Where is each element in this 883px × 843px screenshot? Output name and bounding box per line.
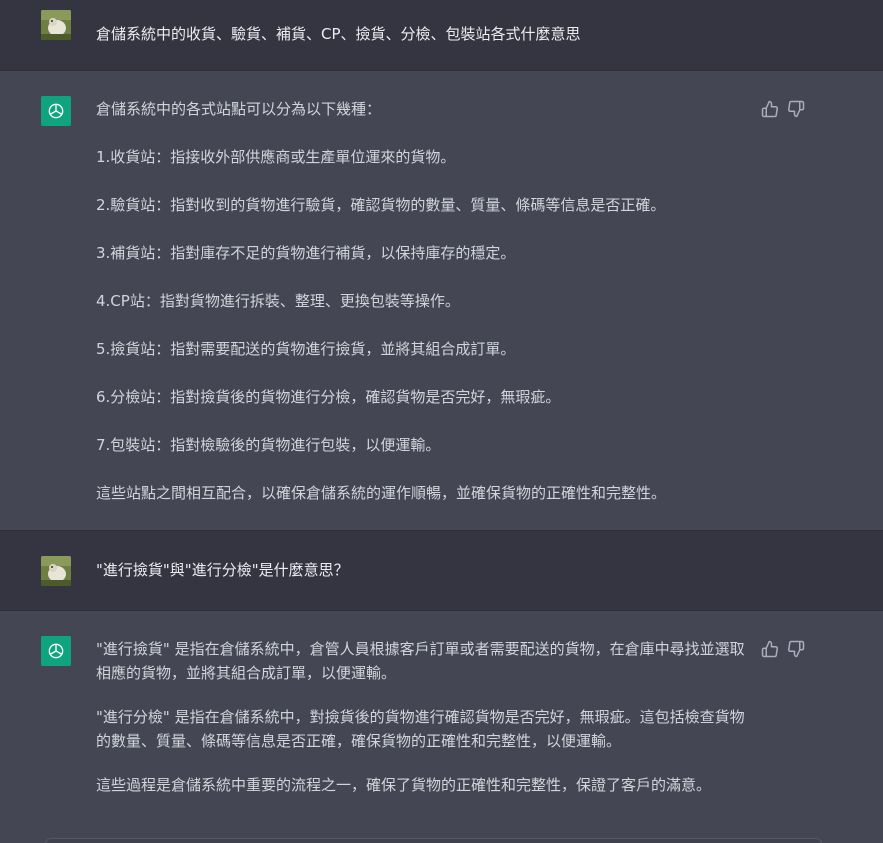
paragraph: 5.撿貨站：指對需要配送的貨物進行撿貨，並將其組合成訂單。 <box>96 340 516 358</box>
paragraph: 2.驗貨站：指對收到的貨物進行驗貨，確認貨物的數量、質量、條碼等信息是否正確。 <box>96 196 666 214</box>
user-message-text: 倉儲系統中的收貨、驗貨、補貨、CP、撿貨、分檢、包裝站各式什麼意思 <box>96 22 746 46</box>
user-avatar <box>41 556 71 586</box>
paragraph: 3.補貨站：指對庫存不足的貨物進行補貨，以保持庫存的穩定。 <box>96 244 516 262</box>
assistant-message: "進行撿貨" 是指在倉儲系統中，倉管人員根據客戶訂單或者需要配送的貨物，在倉庫中… <box>0 611 883 843</box>
user-message: 倉儲系統中的收貨、驗貨、補貨、CP、撿貨、分檢、包裝站各式什麼意思 <box>0 0 883 71</box>
assistant-message: 倉儲系統中的各式站點可以分為以下幾種： 1.收貨站：指接收外部供應商或生產單位運… <box>0 71 883 531</box>
chat-thread: 倉儲系統中的收貨、驗貨、補貨、CP、撿貨、分檢、包裝站各式什麼意思 倉儲系統中的… <box>0 0 883 843</box>
paragraph: 倉儲系統中的各式站點可以分為以下幾種： <box>96 100 382 118</box>
input-bar-edge[interactable] <box>45 838 822 843</box>
user-message-text: "進行撿貨"與"進行分檢"是什麼意思？ <box>96 558 746 582</box>
message-text: "進行撿貨"與"進行分檢"是什麼意思？ <box>96 561 349 579</box>
paragraph: "進行撿貨" 是指在倉儲系統中，倉管人員根據客戶訂單或者需要配送的貨物，在倉庫中… <box>96 640 745 682</box>
assistant-message-text: 倉儲系統中的各式站點可以分為以下幾種： 1.收貨站：指接收外部供應商或生產單位運… <box>96 97 746 505</box>
thumbs-up-icon[interactable] <box>761 100 779 118</box>
paragraph: 4.CP站：指對貨物進行拆裝、整理、更換包裝等操作。 <box>96 292 460 310</box>
paragraph: 這些站點之間相互配合，以確保倉儲系統的運作順暢，並確保貨物的正確性和完整性。 <box>96 484 667 502</box>
thumbs-down-icon[interactable] <box>787 100 805 118</box>
paragraph: "進行分檢" 是指在倉儲系統中，對撿貨後的貨物進行確認貨物是否完好，無瑕疵。這包… <box>96 708 745 750</box>
feedback-actions <box>761 99 805 119</box>
paragraph: 1.收貨站：指接收外部供應商或生產單位運來的貨物。 <box>96 148 456 166</box>
feedback-actions <box>761 639 805 659</box>
paragraph: 7.包裝站：指對檢驗後的貨物進行包裝，以便運輸。 <box>96 436 441 454</box>
user-message: "進行撿貨"與"進行分檢"是什麼意思？ <box>0 531 883 611</box>
openai-logo-icon <box>41 636 71 666</box>
paragraph: 6.分檢站：指對撿貨後的貨物進行分檢，確認貨物是否完好，無瑕疵。 <box>96 388 561 406</box>
message-text: 倉儲系統中的收貨、驗貨、補貨、CP、撿貨、分檢、包裝站各式什麼意思 <box>96 25 581 43</box>
thumbs-up-icon[interactable] <box>761 640 779 658</box>
openai-logo-icon <box>41 96 71 126</box>
paragraph: 這些過程是倉儲系統中重要的流程之一，確保了貨物的正確性和完整性，保證了客戶的滿意… <box>96 776 712 794</box>
user-avatar <box>41 10 71 40</box>
assistant-message-text: "進行撿貨" 是指在倉儲系統中，倉管人員根據客戶訂單或者需要配送的貨物，在倉庫中… <box>96 637 746 797</box>
thumbs-down-icon[interactable] <box>787 640 805 658</box>
